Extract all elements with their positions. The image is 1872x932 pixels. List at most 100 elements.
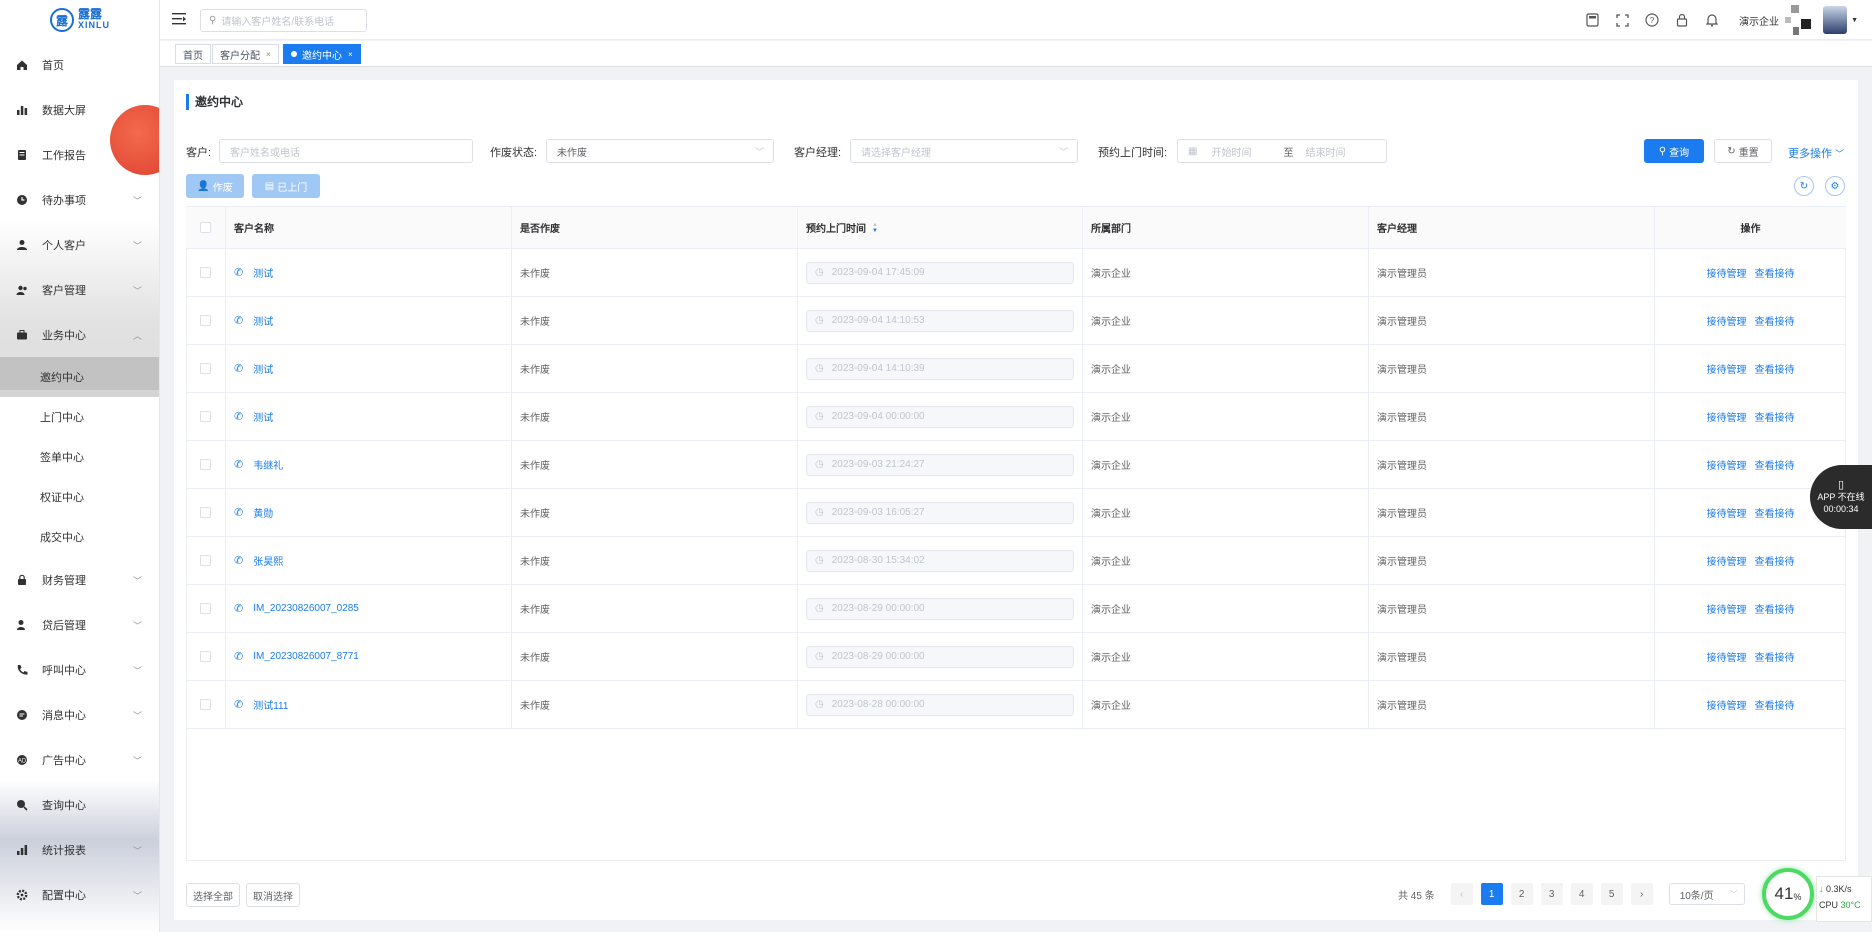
fullscreen-icon[interactable] <box>1607 0 1637 40</box>
page-button[interactable]: 1 <box>1480 883 1503 905</box>
view-reception-link[interactable]: 查看接待 <box>1755 697 1795 712</box>
refresh-icon[interactable]: ↻ <box>1794 176 1814 196</box>
sidebar-item-query[interactable]: 查询中心 <box>0 782 159 827</box>
app-status-bubble[interactable]: ▯ APP 不在线 00:00:34 <box>1810 465 1872 529</box>
sidebar-item-customer-manage[interactable]: 客户管理 ﹀ <box>0 267 159 312</box>
row-checkbox[interactable] <box>200 555 211 566</box>
sidebar-item-stats[interactable]: 统计报表 ﹀ <box>0 827 159 872</box>
settings-icon[interactable]: ⚙ <box>1825 176 1845 196</box>
reception-manage-link[interactable]: 接待管理 <box>1707 649 1747 664</box>
row-checkbox[interactable] <box>200 603 211 614</box>
sidebar-item-ads[interactable]: AD 广告中心 ﹀ <box>0 737 159 782</box>
prev-page-button[interactable]: ‹ <box>1450 883 1473 905</box>
customer-name-link[interactable]: 测试 <box>253 265 273 280</box>
view-reception-link[interactable]: 查看接待 <box>1755 505 1795 520</box>
page-size-select[interactable]: 10条/页 ﹀ <box>1668 883 1745 905</box>
page-button[interactable]: 2 <box>1510 883 1533 905</box>
reception-manage-link[interactable]: 接待管理 <box>1707 505 1747 520</box>
phone-icon[interactable]: ✆ <box>234 314 243 327</box>
sidebar-item-call[interactable]: 呼叫中心 ﹀ <box>0 647 159 692</box>
avatar[interactable] <box>1823 6 1848 34</box>
app-logo[interactable]: 露 露露 XINLU <box>0 0 159 40</box>
page-button[interactable]: 5 <box>1600 883 1623 905</box>
cancel-select-button[interactable]: 取消选择 <box>246 883 300 907</box>
phone-icon[interactable]: ✆ <box>234 506 243 519</box>
memory-gauge[interactable]: 41% <box>1762 868 1814 920</box>
customer-name-link[interactable]: IM_20230826007_0285 <box>253 603 359 614</box>
sidebar-item-finance[interactable]: 财务管理 ﹀ <box>0 557 159 602</box>
calculator-icon[interactable] <box>1577 0 1607 40</box>
reception-manage-link[interactable]: 接待管理 <box>1707 697 1747 712</box>
row-checkbox[interactable] <box>200 507 211 518</box>
reception-manage-link[interactable]: 接待管理 <box>1707 409 1747 424</box>
lock-icon[interactable] <box>1667 0 1697 40</box>
sidebar-sub-visit[interactable]: 上门中心 <box>0 397 159 437</box>
phone-icon[interactable]: ✆ <box>234 650 243 663</box>
view-reception-link[interactable]: 查看接待 <box>1755 409 1795 424</box>
phone-icon[interactable]: ✆ <box>234 266 243 279</box>
row-checkbox[interactable] <box>200 267 211 278</box>
phone-icon[interactable]: ✆ <box>234 554 243 567</box>
caret-down-icon[interactable]: ▼ <box>1851 17 1858 24</box>
sidebar-item-config[interactable]: 配置中心 ﹀ <box>0 872 159 917</box>
row-checkbox[interactable] <box>200 315 211 326</box>
reset-button[interactable]: ↻ 重置 <box>1714 139 1772 163</box>
phone-icon[interactable]: ✆ <box>234 602 243 615</box>
reception-manage-link[interactable]: 接待管理 <box>1707 553 1747 568</box>
reception-manage-link[interactable]: 接待管理 <box>1707 457 1747 472</box>
tab-invite-center[interactable]: 邀约中心 × <box>283 44 361 64</box>
customer-name-link[interactable]: 黄勋 <box>253 505 273 520</box>
sidebar-item-todo[interactable]: 待办事项 ﹀ <box>0 177 159 222</box>
sidebar-sub-deal[interactable]: 成交中心 <box>0 517 159 557</box>
sidebar-item-report[interactable]: 工作报告 <box>0 132 159 177</box>
phone-icon[interactable]: ✆ <box>234 698 243 711</box>
row-checkbox[interactable] <box>200 459 211 470</box>
customer-name-link[interactable]: 测试 <box>253 361 273 376</box>
sidebar-item-message[interactable]: 消息中心 ﹀ <box>0 692 159 737</box>
visited-button[interactable]: ▤ 已上门 <box>252 174 320 198</box>
reception-manage-link[interactable]: 接待管理 <box>1707 265 1747 280</box>
select-all-button[interactable]: 选择全部 <box>186 883 240 907</box>
row-checkbox[interactable] <box>200 651 211 662</box>
row-checkbox[interactable] <box>200 411 211 422</box>
select-all-checkbox[interactable] <box>200 222 211 233</box>
reception-manage-link[interactable]: 接待管理 <box>1707 361 1747 376</box>
reception-manage-link[interactable]: 接待管理 <box>1707 313 1747 328</box>
view-reception-link[interactable]: 查看接待 <box>1755 313 1795 328</box>
view-reception-link[interactable]: 查看接待 <box>1755 649 1795 664</box>
view-reception-link[interactable]: 查看接待 <box>1755 265 1795 280</box>
more-actions-link[interactable]: 更多操作 ﹀ <box>1788 145 1844 161</box>
customer-name-link[interactable]: 测试 <box>253 313 273 328</box>
phone-icon[interactable]: ✆ <box>234 362 243 375</box>
next-page-button[interactable]: › <box>1630 883 1653 905</box>
reception-manage-link[interactable]: 接待管理 <box>1707 601 1747 616</box>
void-button[interactable]: 👤 作废 <box>186 174 244 198</box>
sidebar-item-business[interactable]: 业务中心 ︿ <box>0 312 159 357</box>
close-icon[interactable]: × <box>348 50 353 59</box>
tab-home[interactable]: 首页 <box>175 44 211 64</box>
close-icon[interactable]: × <box>266 50 271 59</box>
sidebar-item-personal-customer[interactable]: 个人客户 ﹀ <box>0 222 159 267</box>
row-checkbox[interactable] <box>200 363 211 374</box>
manager-select[interactable]: 请选择客户经理 ﹀ <box>850 139 1078 163</box>
visit-time-range[interactable]: ▦ 开始时间 至 结束时间 <box>1177 139 1387 163</box>
customer-name-link[interactable]: 测试111 <box>253 697 288 712</box>
sort-icon[interactable]: ▲ ▼ <box>872 222 878 234</box>
phone-icon[interactable]: ✆ <box>234 458 243 471</box>
qr-code-icon[interactable] <box>1785 5 1815 35</box>
customer-name-link[interactable]: 测试 <box>253 409 273 424</box>
company-name[interactable]: 演示企业 <box>1739 13 1779 28</box>
customer-name-link[interactable]: IM_20230826007_8771 <box>253 651 359 662</box>
view-reception-link[interactable]: 查看接待 <box>1755 601 1795 616</box>
view-reception-link[interactable]: 查看接待 <box>1755 457 1795 472</box>
page-button[interactable]: 4 <box>1570 883 1593 905</box>
global-search-input[interactable]: ⚲ 请输入客户姓名/联系电话 <box>200 9 367 32</box>
view-reception-link[interactable]: 查看接待 <box>1755 361 1795 376</box>
help-icon[interactable]: ? <box>1637 0 1667 40</box>
menu-toggle-icon[interactable] <box>172 13 186 25</box>
customer-input[interactable]: 客户姓名或电话 <box>219 139 473 163</box>
sidebar-sub-warrant[interactable]: 权证中心 <box>0 477 159 517</box>
view-reception-link[interactable]: 查看接待 <box>1755 553 1795 568</box>
page-button[interactable]: 3 <box>1540 883 1563 905</box>
sidebar-sub-sign[interactable]: 签单中心 <box>0 437 159 477</box>
